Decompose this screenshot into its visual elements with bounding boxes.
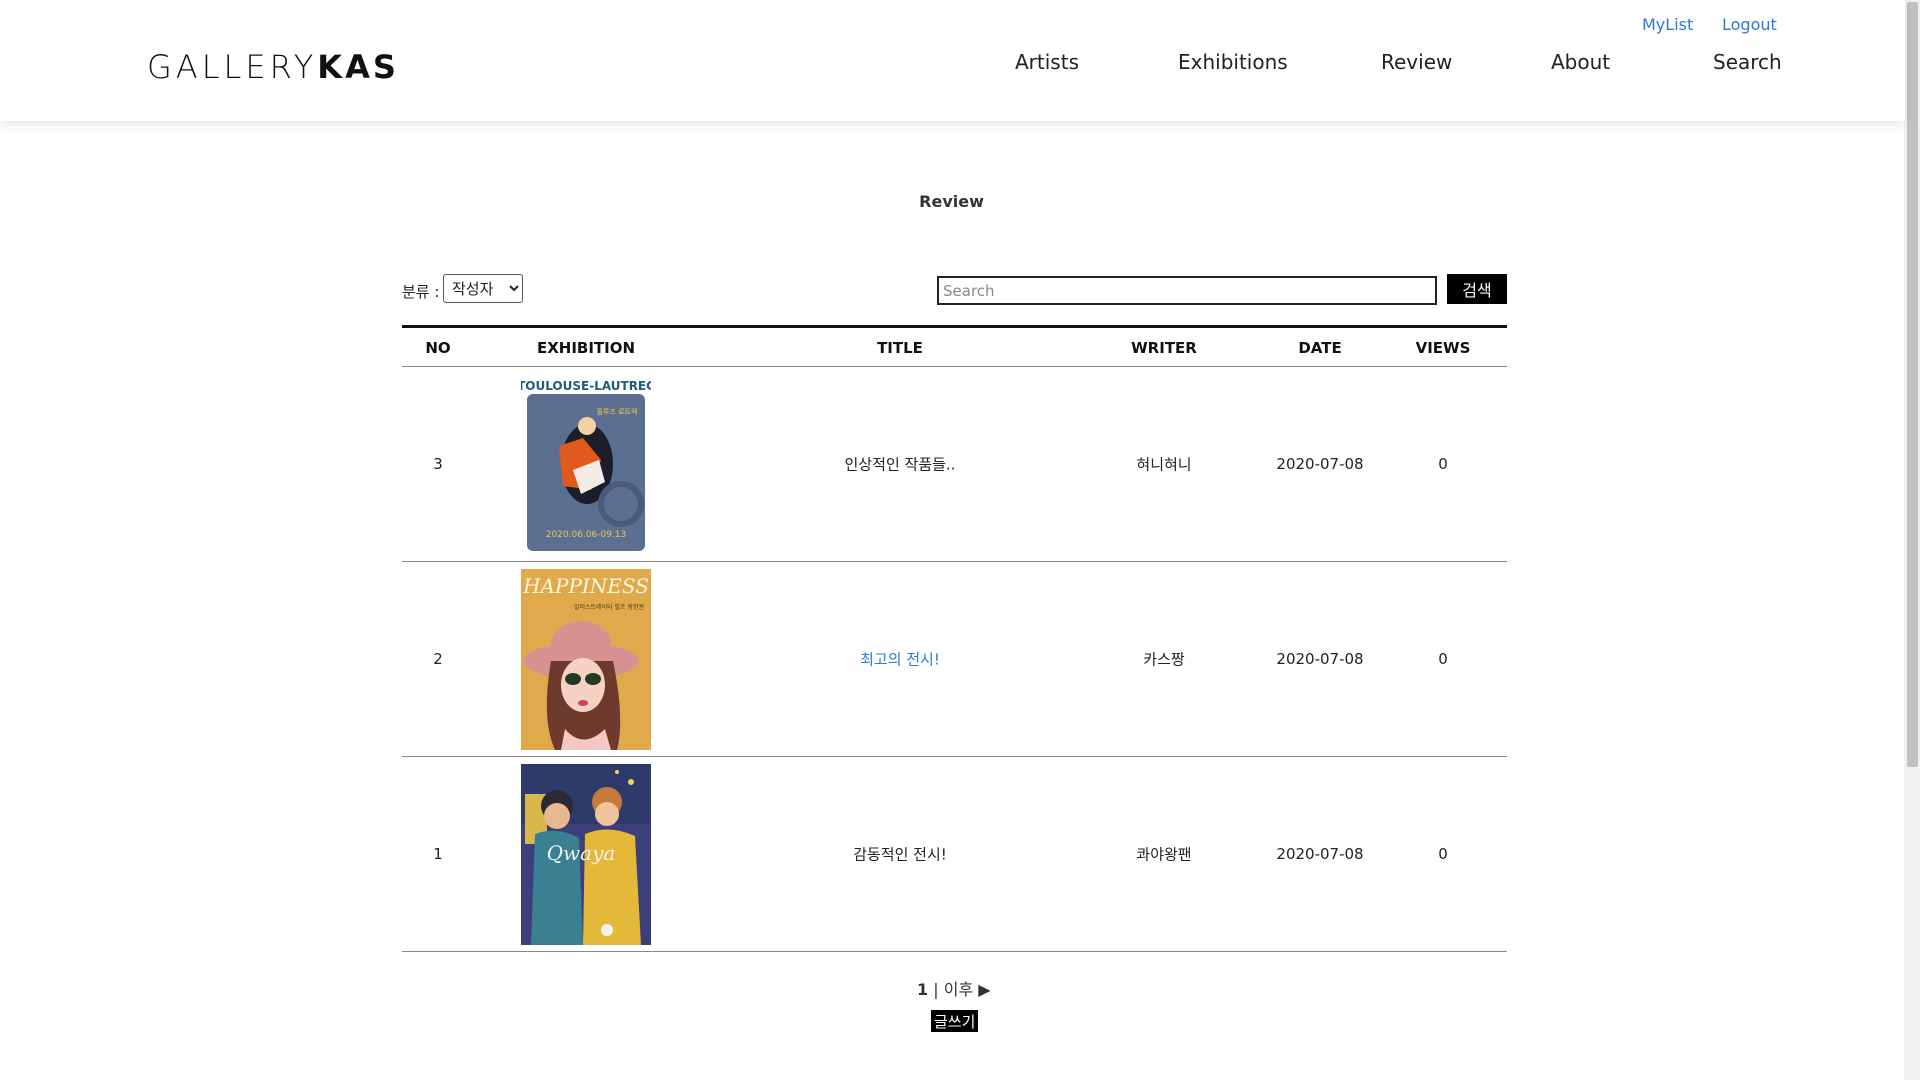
logout-link[interactable]: Logout <box>1722 15 1777 34</box>
page-title: Review <box>919 192 984 211</box>
row-views: 0 <box>1438 455 1448 473</box>
row-views: 0 <box>1438 650 1448 668</box>
filter-label: 분류 : <box>402 283 440 301</box>
row-date: 2020-07-08 <box>1276 845 1364 863</box>
review-table: NO EXHIBITION TITLE WRITER DATE VIEWS 3 … <box>402 325 1507 952</box>
column-date: DATE <box>1298 339 1342 357</box>
scrollbar-thumb[interactable] <box>1907 2 1918 767</box>
row-date: 2020-07-08 <box>1276 455 1364 473</box>
row-writer: 혀니혀니 <box>1136 455 1192 474</box>
write-button[interactable]: 글쓰기 <box>931 1010 979 1032</box>
mylist-link[interactable]: MyList <box>1642 15 1693 34</box>
table-row[interactable]: 2 HAPPINESS 일러스트레이터 필조 왕한권 최고의 전시! 카스짱 2… <box>402 562 1507 757</box>
row-no: 2 <box>433 650 443 668</box>
svg-text:툴루즈 로트렉: 툴루즈 로트렉 <box>597 407 638 416</box>
nav-review[interactable]: Review <box>1381 50 1452 74</box>
site-logo[interactable]: GALLERYKAS <box>147 48 399 86</box>
column-views: VIEWS <box>1415 339 1471 357</box>
poster-dates-text: 2020.06.06-09.13 <box>546 530 627 540</box>
nav-about[interactable]: About <box>1551 50 1610 74</box>
table-header: NO EXHIBITION TITLE WRITER DATE VIEWS <box>402 328 1507 367</box>
svg-text:일러스트레이터 필조 왕한권: 일러스트레이터 필조 왕한권 <box>574 603 644 611</box>
filter-select[interactable]: 작성자 <box>443 274 523 303</box>
poster-title-text: HAPPINESS <box>522 574 649 598</box>
qwaya-poster[interactable]: Qwaya <box>521 764 651 945</box>
toulouse-lautrec-poster[interactable]: TOULOUSE-LAUTREC 툴루즈 로트렉 2020.06.06-09.1… <box>521 374 651 555</box>
pagination: 1 | 이후 ▶ <box>917 976 991 1000</box>
poster-title-text: Qwaya <box>547 841 616 865</box>
row-date: 2020-07-08 <box>1276 650 1364 668</box>
site-header: GALLERYKAS MyList Logout Artists Exhibit… <box>0 0 1905 121</box>
page-next[interactable]: 이후 <box>944 980 973 999</box>
nav-search[interactable]: Search <box>1713 50 1782 74</box>
column-title: TITLE <box>877 339 923 357</box>
page-separator: | <box>933 980 939 999</box>
row-no: 3 <box>433 455 443 473</box>
row-views: 0 <box>1438 845 1448 863</box>
happiness-poster[interactable]: HAPPINESS 일러스트레이터 필조 왕한권 <box>521 569 651 750</box>
row-title[interactable]: 인상적인 작품들.. <box>800 454 1000 475</box>
search-input[interactable] <box>937 276 1437 305</box>
page-current[interactable]: 1 <box>917 980 928 999</box>
search-button[interactable]: 검색 <box>1447 274 1507 304</box>
column-exhibition: EXHIBITION <box>536 339 636 357</box>
column-no: NO <box>425 339 451 357</box>
table-row[interactable]: 1 Qwaya 감동적인 전시! 콰야왕팬 2020-07-08 0 <box>402 757 1507 952</box>
row-title[interactable]: 감동적인 전시! <box>800 844 1000 865</box>
table-row[interactable]: 3 TOULOUSE-LAUTREC 툴루즈 로트렉 2020.06.06-09… <box>402 367 1507 562</box>
nav-artists[interactable]: Artists <box>1015 50 1079 74</box>
column-writer: WRITER <box>1131 339 1197 357</box>
nav-exhibitions[interactable]: Exhibitions <box>1178 50 1288 74</box>
row-title[interactable]: 최고의 전시! <box>800 649 1000 670</box>
poster-title-text: TOULOUSE-LAUTREC <box>521 379 651 393</box>
row-writer: 콰야왕팬 <box>1136 845 1192 864</box>
row-writer: 카스짱 <box>1143 650 1185 669</box>
row-no: 1 <box>433 845 443 863</box>
play-right-icon[interactable]: ▶ <box>978 980 990 999</box>
